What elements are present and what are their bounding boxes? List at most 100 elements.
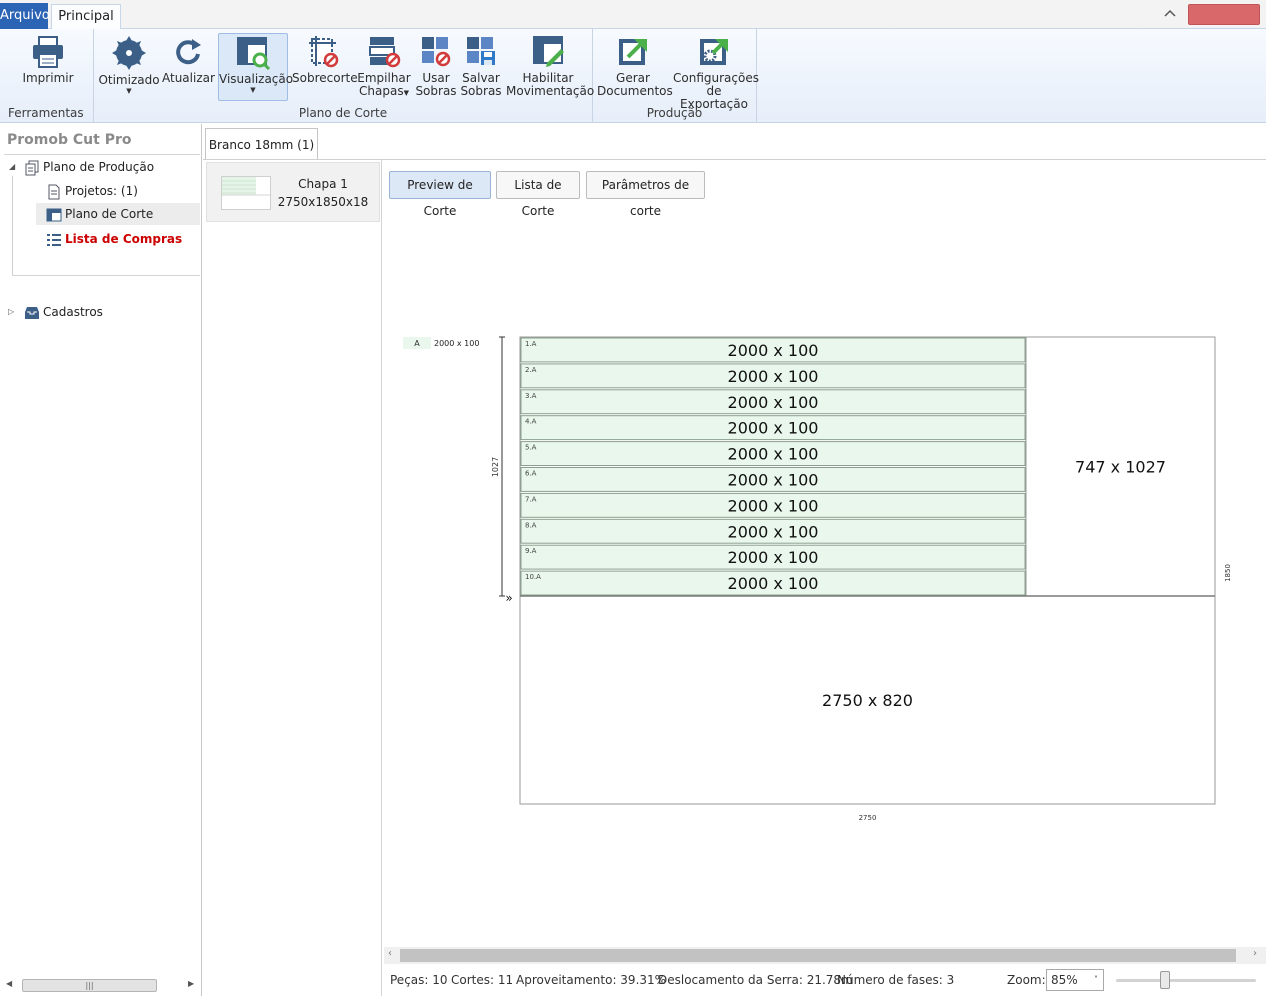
piece-id: 7.A <box>525 495 537 503</box>
tree-label-lista-de-compras: Lista de Compras <box>65 232 183 246</box>
dimension-right-label: 1850 <box>1224 564 1232 582</box>
gerar-label-2: Documentos <box>597 84 673 98</box>
sheet-list-item[interactable]: Chapa 1 2750x1850x18 <box>206 162 380 222</box>
export-settings-icon <box>700 39 728 65</box>
collapse-ribbon-icon[interactable] <box>1162 6 1178 22</box>
stack-sheets-icon <box>369 37 401 68</box>
atualizar-button[interactable]: Atualizar <box>162 33 215 101</box>
otimizado-button[interactable]: Otimizado ▼ <box>98 33 160 101</box>
zoom-slider-track[interactable] <box>1116 979 1256 982</box>
sheet-thumbnail <box>221 176 271 210</box>
cut-plan-icon <box>46 208 62 221</box>
enable-movement-icon <box>533 36 564 67</box>
ribbon: Imprimir Ferramentas Otimizado ▼ Atualiz… <box>0 29 1266 123</box>
tab-lista-de-corte[interactable]: Lista de Corte <box>496 171 580 218</box>
piece-id: 3.A <box>525 392 537 400</box>
piece-label: 2000 x 100 <box>728 445 819 464</box>
piece-label: 2000 x 100 <box>728 419 819 438</box>
tab-arquivo[interactable]: Arquivo <box>0 3 50 29</box>
piece-label: 2000 x 100 <box>728 574 819 593</box>
scroll-right-icon[interactable]: › <box>1253 948 1257 959</box>
status-cortes: Cortes: 11 <box>451 973 514 987</box>
tree-item-cadastros[interactable]: Cadastros <box>24 301 103 323</box>
export-document-icon <box>619 39 647 65</box>
group-label-ferramentas: Ferramentas <box>8 106 84 120</box>
tab-preview-de-corte[interactable]: Preview de Corte <box>389 171 491 218</box>
piece-id: 4.A <box>525 418 537 426</box>
expanded-triangle-icon[interactable]: ◢ <box>9 162 19 172</box>
cut-preview-drawing[interactable]: 1.A 2000 x 100 2.A 2000 x 100 3.A 2000 x 100 4… <box>383 324 1243 834</box>
tab-principal[interactable]: Principal <box>51 4 121 30</box>
group-label-plano-de-corte: Plano de Corte <box>298 106 388 120</box>
group-label-producao: Produção <box>646 106 703 120</box>
visualizacao-button[interactable]: Visualização ▼ <box>218 33 293 101</box>
tab-parametros-de-corte[interactable]: Parâmetros de corte <box>586 171 705 218</box>
tree-guide-line <box>12 176 13 276</box>
config-label-1: Configurações <box>673 71 759 85</box>
piece-id: 8.A <box>525 521 537 529</box>
scrollbar-thumb[interactable] <box>400 949 1236 962</box>
zoom-slider-thumb[interactable] <box>1160 971 1170 989</box>
project-tree-panel: Promob Cut Pro ◢ Plano de Produção Proje… <box>0 124 202 996</box>
close-button[interactable] <box>1188 4 1260 25</box>
legend-label: 2000 x 100 <box>434 339 479 348</box>
empilhar-label-1: Empilhar <box>357 71 411 85</box>
saw-blade-icon <box>112 36 146 70</box>
configuracoes-exportacao-button[interactable]: Configurações de Exportação <box>673 33 759 111</box>
zoom-value: 85% <box>1051 973 1078 987</box>
tree-label-cadastros: Cadastros <box>43 305 103 319</box>
tree-label-projetos: Projetos: (1) <box>65 184 138 198</box>
imprimir-button[interactable]: Imprimir <box>10 33 86 101</box>
gerar-documentos-button[interactable]: Gerar Documentos <box>597 33 673 101</box>
remnant-right-label: 747 x 1027 <box>1075 458 1166 477</box>
salvar-label-1: Salvar <box>462 71 500 85</box>
status-fases: Número de fases: 3 <box>837 973 955 987</box>
piece-label: 2000 x 100 <box>728 341 819 360</box>
cut-direction-arrow-icon: » <box>505 591 512 605</box>
horizontal-scrollbar[interactable]: ◀ ||| ▶ <box>4 976 198 994</box>
sheet-thumbnail-drawing <box>222 177 270 196</box>
salvar-sobras-button[interactable]: Salvar Sobras <box>458 33 504 101</box>
tree-item-projetos[interactable]: Projetos: (1) <box>46 180 138 202</box>
printer-icon <box>33 36 63 68</box>
sobrecorte-label: Sobrecorte <box>292 71 358 85</box>
chevron-down-icon: ˅ <box>1094 975 1098 984</box>
preview-horizontal-scrollbar[interactable]: ‹ › <box>384 947 1266 964</box>
scroll-left-icon[interactable]: ◀ <box>6 979 12 988</box>
salvar-label-2: Sobras <box>460 84 502 98</box>
scrollbar-thumb[interactable]: ||| <box>22 979 157 992</box>
status-bar: Peças: 10 Cortes: 11 Aproveitamento: 39.… <box>384 966 1266 996</box>
collapsed-triangle-icon[interactable]: ▷ <box>8 307 18 317</box>
scroll-left-icon[interactable]: ‹ <box>388 948 392 959</box>
scroll-right-icon[interactable]: ▶ <box>188 979 194 988</box>
refresh-icon <box>176 39 201 65</box>
sheet-name: Chapa 1 <box>298 177 348 191</box>
zoom-select[interactable]: 85% ˅ <box>1046 969 1104 991</box>
sobrecorte-button[interactable]: Sobrecorte <box>292 33 358 101</box>
empilhar-chapas-button[interactable]: Empilhar Chapas▼ <box>356 33 412 101</box>
atualizar-label: Atualizar <box>162 71 215 85</box>
status-deslocamento: Deslocamento da Serra: 21.78m <box>658 973 853 987</box>
otimizado-label: Otimizado <box>98 73 160 87</box>
tree-item-plano-de-producao[interactable]: Plano de Produção <box>24 156 154 178</box>
usar-sobras-button[interactable]: Usar Sobras <box>414 33 458 101</box>
divider <box>12 275 200 276</box>
chevron-down-icon: ▼ <box>250 86 256 94</box>
save-remnants-icon <box>467 37 495 65</box>
use-remnants-icon <box>422 37 451 67</box>
legend-badge: A <box>414 339 420 348</box>
tree-item-plano-de-corte[interactable]: Plano de Corte <box>46 203 153 225</box>
title-tab-strip: Arquivo Principal <box>0 0 1266 30</box>
empilhar-label-2: Chapas <box>359 84 404 98</box>
tab-material[interactable]: Branco 18mm (1) <box>205 128 318 160</box>
piece-label: 2000 x 100 <box>728 522 819 541</box>
documents-icon <box>25 160 39 175</box>
app-title: Promob Cut Pro <box>7 132 132 148</box>
piece-label: 2000 x 100 <box>728 548 819 567</box>
piece-id: 10.A <box>525 573 541 581</box>
tree-label-plano-de-producao: Plano de Produção <box>43 160 155 174</box>
tree-item-lista-de-compras[interactable]: Lista de Compras <box>46 228 182 250</box>
list-icon <box>47 233 61 246</box>
imprimir-label: Imprimir <box>22 71 74 85</box>
habilitar-movimentacao-button[interactable]: Habilitar Movimentação <box>506 33 594 101</box>
